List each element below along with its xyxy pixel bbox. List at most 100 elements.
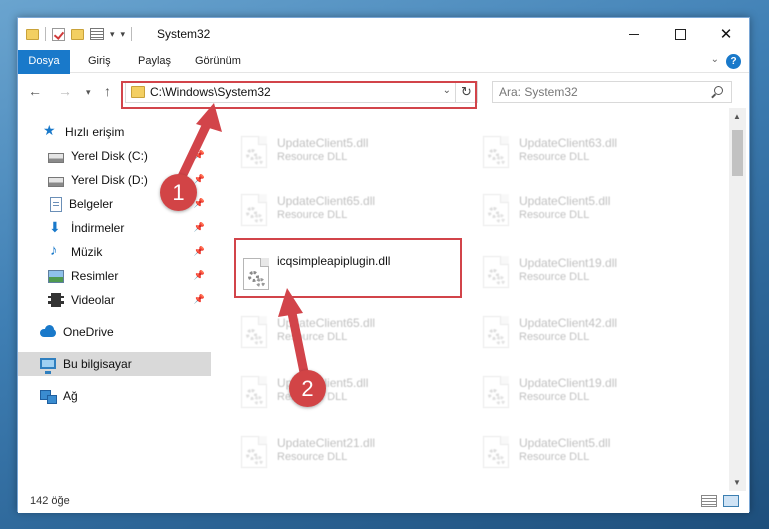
dll-file-icon [483,256,509,288]
close-button[interactable]: ✕ [703,18,749,50]
sidebar-item-this-pc[interactable]: Bu bilgisayar [18,352,211,376]
file-name: UpdateClient5.dll [519,436,611,450]
disk-icon [48,176,64,187]
sidebar-item-label: İndirmeler [71,221,125,235]
toolbar-separator [131,27,133,41]
file-item[interactable]: UpdateClient5.dll Resource DLL [229,126,454,174]
tab-home[interactable]: Giriş [88,50,111,73]
dll-file-icon [483,316,509,348]
file-item[interactable]: UpdateClient21.dll Resource DLL [229,426,454,474]
file-item[interactable]: UpdateClient19.dll Resource DLL [471,246,696,294]
forward-arrow-icon[interactable]: → [58,83,72,99]
ribbon-tabs: Dosya Giriş Paylaş Görünüm ⌄ ? [18,50,749,98]
file-item[interactable]: UpdateClient42.dll Resource DLL [471,306,696,354]
pin-icon[interactable]: 📌 [194,294,205,305]
sidebar-item-quick-access[interactable]: Hızlı erişim [18,120,211,144]
sidebar-item-onedrive[interactable]: OneDrive [18,320,211,344]
properties-check-icon[interactable] [52,27,65,41]
download-icon [48,219,64,236]
file-type: Resource DLL [519,271,590,283]
recent-locations-dropdown-icon[interactable]: ▾ [86,87,91,98]
file-item[interactable]: UpdateClient65.dll Resource DLL [229,184,454,232]
expand-ribbon-chevron-icon[interactable]: ⌄ [711,54,719,65]
quick-access-dropdown-icon[interactable]: ▾ [121,29,126,40]
tab-share[interactable]: Paylaş [138,50,171,73]
folder-icon[interactable] [26,28,39,40]
sidebar-item-downloads[interactable]: İndirmeler 📌 [18,216,211,240]
dll-file-icon [483,376,509,408]
file-name: UpdateClient19.dll [519,376,618,390]
disk-icon [48,152,64,163]
dll-file-icon [241,376,267,408]
sidebar-item-pictures[interactable]: Resimler 📌 [18,264,211,288]
documents-icon [50,196,62,212]
customize-toolbar-dropdown-icon[interactable]: ▾ [110,29,115,40]
step-badge-1: 1 [160,174,197,211]
sidebar-item-label: Belgeler [69,197,114,211]
file-name: UpdateClient21.dll [277,436,376,450]
dll-file-icon [241,436,267,468]
details-view-icon[interactable] [701,495,717,507]
videos-icon [48,293,64,307]
network-icon [40,388,57,404]
pin-icon[interactable]: 📌 [194,222,205,233]
pin-icon[interactable]: 📌 [194,270,205,281]
file-item[interactable]: UpdateClient5.dll Resource DLL [471,184,696,232]
new-folder-icon[interactable] [71,28,84,40]
file-type: Resource DLL [277,331,348,343]
scroll-down-icon[interactable]: ▼ [733,478,741,487]
sidebar-item-videos[interactable]: Videolar 📌 [18,288,211,312]
file-item[interactable]: UpdateClient65.dll Resource DLL [229,306,454,354]
sidebar-item-label: Yerel Disk (D:) [71,173,148,187]
file-item[interactable]: UpdateClient5.dll Resource DLL [471,426,696,474]
file-type: Resource DLL [519,209,590,221]
computer-icon [40,357,56,374]
scroll-up-icon[interactable]: ▲ [733,112,741,121]
help-button[interactable]: ? [726,54,741,69]
status-bar: 142 öğe [18,491,749,513]
music-icon [48,242,64,260]
toolbar-separator [45,27,46,41]
file-list: UpdateClient5.dll Resource DLL UpdateCli… [211,108,729,491]
sidebar-item-local-disk-c[interactable]: Yerel Disk (C:) 📌 [18,144,211,168]
window-title: System32 [157,27,211,41]
file-type: Resource DLL [519,451,590,463]
address-bar-highlight-box [121,81,477,109]
file-name: UpdateClient65.dll [277,194,376,208]
file-type: Resource DLL [519,391,590,403]
back-arrow-icon[interactable]: ← [28,83,42,99]
search-input[interactable]: Ara: System32 [499,85,578,99]
file-highlight-box [234,238,462,298]
dll-file-icon [483,436,509,468]
dll-file-icon [483,136,509,168]
sidebar-item-label: Bu bilgisayar [63,357,132,371]
file-name: UpdateClient5.dll [519,194,611,208]
sidebar-item-label: Ağ [63,389,78,403]
tab-view[interactable]: Görünüm [195,50,241,73]
sidebar-item-music[interactable]: Müzik 📌 [18,240,211,264]
search-box[interactable]: Ara: System32 [492,81,732,103]
dll-file-icon [241,136,267,168]
file-type: Resource DLL [277,151,348,163]
step-badge-2: 2 [289,370,326,407]
file-name: UpdateClient5.dll [277,136,369,150]
navigation-pane: Hızlı erişim Yerel Disk (C:) 📌 Yerel Dis… [18,108,211,491]
minimize-button[interactable] [611,18,657,50]
sidebar-item-network[interactable]: Ağ [18,384,211,408]
scrollbar-thumb[interactable] [732,130,743,176]
maximize-button[interactable] [657,18,703,50]
sidebar-item-label: OneDrive [63,325,114,339]
pin-icon[interactable]: 📌 [194,246,205,257]
star-icon [42,122,58,140]
file-name: UpdateClient19.dll [519,256,618,270]
up-arrow-icon[interactable]: ↑ [104,83,111,99]
pin-icon[interactable]: 📌 [194,150,205,161]
file-item[interactable]: UpdateClient19.dll Resource DLL [471,366,696,414]
large-icons-view-icon[interactable] [723,495,739,507]
file-type: Resource DLL [277,209,348,221]
file-item[interactable]: UpdateClient5.dll Resource DLL [229,366,454,414]
pin-icon[interactable]: 📌 [194,174,205,185]
vertical-scrollbar[interactable]: ▲ ▼ [729,108,746,491]
file-item[interactable]: UpdateClient63.dll Resource DLL [471,126,696,174]
properties-icon[interactable] [90,28,104,40]
